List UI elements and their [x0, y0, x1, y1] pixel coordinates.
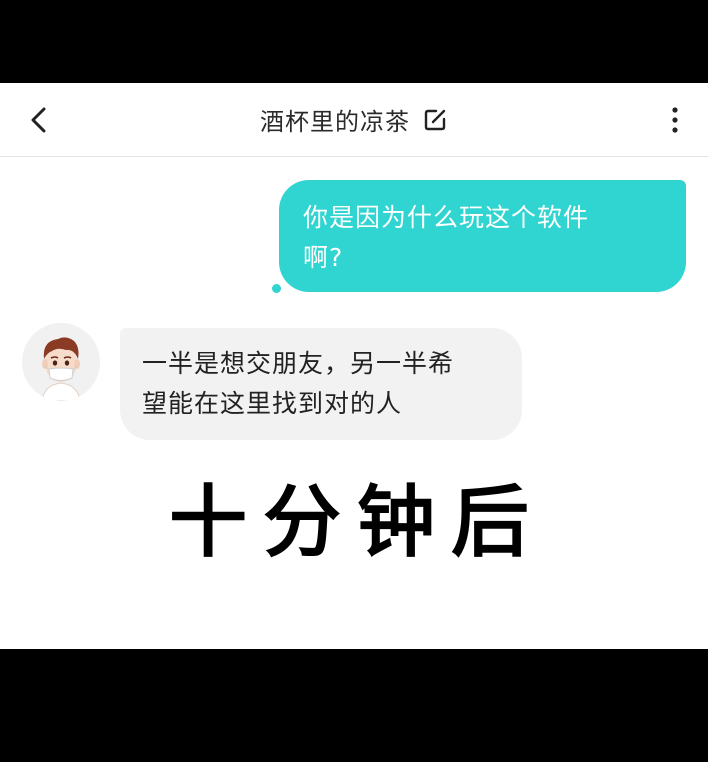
chevron-left-icon	[31, 107, 46, 133]
sent-status-dot	[272, 284, 281, 293]
message-text-line: 啊?	[303, 243, 344, 272]
message-text-line: 你是因为什么玩这个软件	[303, 203, 590, 232]
more-vertical-icon	[672, 107, 678, 133]
avatar[interactable]	[22, 323, 100, 401]
back-button[interactable]	[24, 101, 58, 139]
edit-icon	[424, 109, 446, 130]
overlay-caption: 十分钟后	[168, 478, 545, 568]
message-text-line: 一半是想交朋友，另一半希	[142, 349, 455, 378]
more-options-button[interactable]	[660, 101, 690, 139]
chat-header: 酒杯里的凉茶	[0, 83, 708, 157]
video-frame: 酒杯里的凉茶 你是因为什么玩这个软件 啊? 一半是想交朋友，另一半希 望能在这里…	[0, 0, 708, 762]
title-area: 酒杯里的凉茶	[0, 83, 708, 156]
message-text-line: 望能在这里找到对的人	[142, 389, 403, 418]
chat-screen: 酒杯里的凉茶 你是因为什么玩这个软件 啊? 一半是想交朋友，另一半希 望能在这里…	[0, 83, 708, 649]
incoming-message-bubble[interactable]: 一半是想交朋友，另一半希 望能在这里找到对的人	[120, 328, 522, 440]
user-avatar-icon	[22, 323, 100, 401]
outgoing-message-bubble[interactable]: 你是因为什么玩这个软件 啊?	[279, 180, 686, 292]
page-title: 酒杯里的凉茶	[260, 108, 410, 136]
edit-button[interactable]	[422, 107, 448, 133]
